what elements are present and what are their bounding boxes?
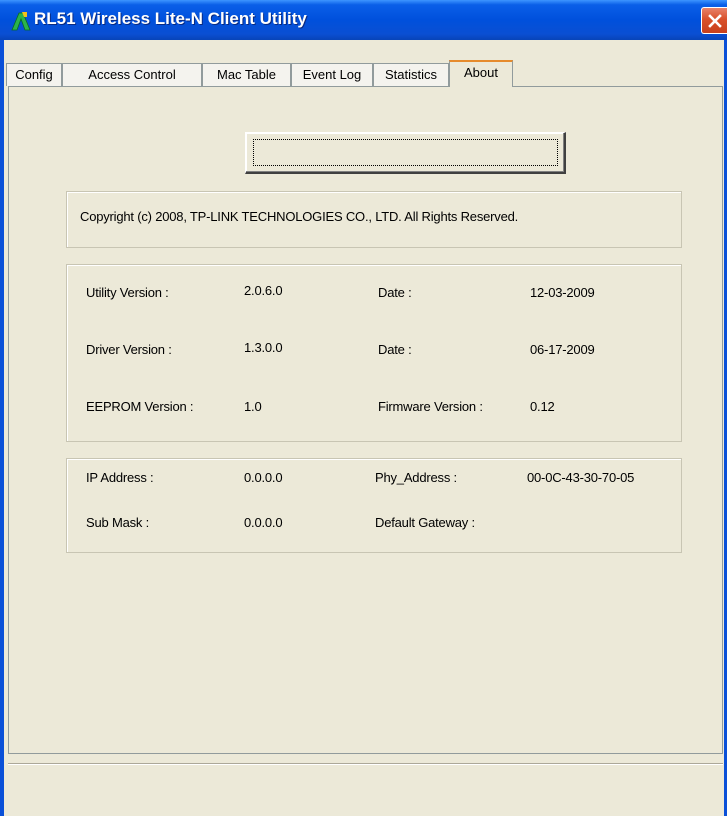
- window-border-left: [0, 40, 4, 816]
- window-title: RL51 Wireless Lite-N Client Utility: [34, 9, 307, 28]
- phy-address-value: 00-0C-43-30-70-05: [527, 470, 635, 485]
- version-group: Utility Version : 2.0.6.0 Date : 12-03-2…: [66, 264, 682, 442]
- status-separator: [8, 763, 723, 765]
- network-group: IP Address : 0.0.0.0 Phy_Address : 00-0C…: [66, 458, 682, 553]
- utility-version-value: 2.0.6.0: [244, 283, 283, 298]
- utility-date-label: Date :: [378, 285, 412, 300]
- ip-address-label: IP Address :: [86, 470, 154, 485]
- eeprom-version-value: 1.0: [244, 399, 262, 414]
- firmware-version-value: 0.12: [530, 399, 555, 414]
- tab-config[interactable]: Config: [6, 63, 62, 86]
- utility-version-label: Utility Version :: [86, 285, 169, 300]
- copyright-text: Copyright (c) 2008, TP-LINK TECHNOLOGIES…: [80, 209, 519, 224]
- tab-about[interactable]: About: [449, 60, 513, 87]
- tab-strip: Config Access Control Mac Table Event Lo…: [4, 60, 724, 87]
- sub-mask-label: Sub Mask :: [86, 515, 150, 530]
- driver-date-label: Date :: [378, 342, 412, 357]
- utility-date-value: 12-03-2009: [530, 285, 595, 300]
- copyright-group: Copyright (c) 2008, TP-LINK TECHNOLOGIES…: [66, 191, 682, 248]
- tab-mac-table[interactable]: Mac Table: [202, 63, 291, 86]
- tab-event-log[interactable]: Event Log: [291, 63, 373, 86]
- eeprom-version-label: EEPROM Version :: [86, 399, 194, 414]
- default-gateway-label: Default Gateway :: [375, 515, 475, 530]
- tab-access-control[interactable]: Access Control: [62, 63, 202, 86]
- phy-address-label: Phy_Address :: [375, 470, 457, 485]
- app-icon: [10, 10, 32, 32]
- close-button[interactable]: [701, 7, 727, 34]
- tab-statistics[interactable]: Statistics: [373, 63, 449, 86]
- title-bar[interactable]: RL51 Wireless Lite-N Client Utility: [0, 0, 727, 40]
- driver-date-value: 06-17-2009: [530, 342, 595, 357]
- driver-version-label: Driver Version :: [86, 342, 172, 357]
- close-icon: [708, 14, 722, 28]
- focus-rectangle: [253, 139, 558, 166]
- ip-address-value: 0.0.0.0: [244, 470, 283, 485]
- sub-mask-value: 0.0.0.0: [244, 515, 283, 530]
- firmware-version-label: Firmware Version :: [378, 399, 483, 414]
- logo-button[interactable]: [245, 132, 566, 174]
- driver-version-value: 1.3.0.0: [244, 340, 283, 355]
